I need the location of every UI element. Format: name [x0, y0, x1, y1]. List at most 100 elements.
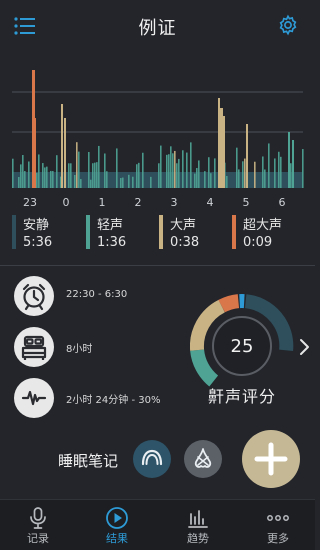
legend-very-loud-swatch: [232, 215, 236, 249]
snore-spike: [244, 158, 246, 188]
snore-duration-text: 2小时 24分钟 - 30%: [66, 395, 161, 406]
snore-spike: [120, 178, 122, 188]
tab-results[interactable]: 结果: [87, 500, 147, 550]
add-note-button[interactable]: [242, 430, 300, 488]
snore-peak: [288, 132, 290, 188]
legend-light-name: 轻声: [97, 218, 124, 233]
hour-label: 5: [242, 196, 250, 209]
snore-spike: [208, 157, 210, 188]
snore-spike: [22, 155, 24, 188]
snore-spike: [210, 173, 212, 188]
page-title: 例证: [138, 18, 177, 39]
gear-icon[interactable]: [277, 14, 299, 36]
snore-spike: [262, 156, 264, 188]
snore-spike: [204, 171, 206, 188]
snore-peak: [34, 118, 36, 188]
snore-spike: [96, 162, 98, 188]
hour-label: 3: [170, 196, 178, 209]
snore-spike: [168, 154, 170, 188]
mouthguard-button[interactable]: [133, 440, 171, 478]
bars-icon: [188, 510, 208, 528]
snore-spike: [196, 168, 198, 188]
microphone-icon: [30, 507, 46, 529]
snore-spike: [278, 151, 280, 188]
tab-record-label: 记录: [27, 532, 49, 545]
tab-results-label: 结果: [106, 532, 128, 545]
section-divider: [0, 265, 315, 266]
snore-spike: [92, 163, 94, 188]
snore-spike: [160, 145, 162, 188]
legend-quiet-name: 安静: [23, 218, 50, 233]
legend-light-duration: 1:36: [97, 235, 127, 250]
snore-spike: [178, 158, 180, 188]
snore-spike: [78, 151, 80, 188]
tab-trends[interactable]: 趋势: [168, 500, 228, 550]
legend-loud-swatch: [159, 215, 163, 249]
hour-label: 6: [278, 196, 286, 209]
snore-spike: [236, 147, 238, 188]
snore-peak: [292, 140, 294, 188]
snore-spike: [56, 155, 58, 188]
hour-label: 0: [62, 196, 70, 209]
snore-spike: [172, 153, 174, 188]
more-dots-icon: [267, 515, 289, 521]
snore-spike: [150, 176, 152, 188]
score-value: 25: [230, 336, 254, 357]
plus-icon: [254, 442, 288, 476]
snore-spike: [68, 163, 70, 188]
snore-spike: [268, 143, 270, 188]
snore-spike: [264, 169, 266, 188]
legend-very-loud-name: 超大声: [243, 218, 283, 233]
time-range-text: 22:30 - 6:30: [66, 289, 128, 300]
nose-strip-button[interactable]: [184, 440, 222, 478]
tab-record[interactable]: 记录: [8, 500, 68, 550]
snore-spike: [104, 153, 106, 188]
snore-peak: [246, 124, 248, 188]
snore-spike: [18, 177, 20, 188]
top-bar: 例证: [0, 0, 315, 52]
snore-spike: [198, 160, 200, 188]
snore-spike: [242, 161, 244, 188]
snore-spike: [226, 176, 228, 188]
snore-peak: [64, 118, 66, 188]
snore-timeline-chart[interactable]: [0, 52, 315, 192]
play-icon: [106, 507, 128, 529]
hour-label: 1: [98, 196, 106, 209]
snore-spike: [136, 164, 138, 188]
tab-trends-label: 趋势: [187, 532, 209, 545]
snore-spike: [12, 158, 14, 188]
snore-peak: [218, 98, 220, 188]
snore-spike: [46, 166, 48, 188]
snore-spike: [90, 179, 92, 188]
snore-spike: [38, 154, 40, 188]
snore-spike: [290, 163, 292, 188]
snore-spike: [88, 151, 90, 188]
hour-label: 23: [23, 196, 37, 209]
snore-spike: [302, 149, 304, 188]
legend-loud-name: 大声: [170, 218, 197, 233]
sound-legend: 安静 5:36 轻声 1:36 大声 0:38 超大声 0:09: [0, 214, 315, 254]
snore-spike: [176, 163, 178, 188]
snore-spike: [280, 156, 282, 188]
snore-spike: [106, 171, 108, 188]
chevron-right-icon[interactable]: [298, 338, 310, 356]
snore-spike: [128, 174, 130, 188]
tab-more[interactable]: 更多: [248, 500, 308, 550]
tab-more-label: 更多: [267, 532, 289, 545]
sleep-duration-text: 8小时: [66, 344, 93, 355]
bottom-nav: 记录 结果 趋势 更多: [0, 499, 315, 550]
snore-peak: [223, 116, 225, 188]
snore-spike: [214, 158, 216, 188]
alarm-clock-icon: [14, 276, 54, 316]
legend-very-loud-duration: 0:09: [243, 235, 273, 250]
snore-spike: [50, 170, 52, 188]
snore-spike: [80, 179, 82, 188]
snore-peak: [61, 104, 63, 188]
nose-icon: [194, 448, 212, 468]
snore-spike: [70, 163, 72, 188]
snore-spike: [142, 152, 144, 188]
hour-label: 4: [206, 196, 214, 209]
snore-spike: [254, 161, 256, 188]
snore-spike: [174, 150, 176, 188]
sleep-notes-label: 睡眠笔记: [58, 452, 119, 470]
